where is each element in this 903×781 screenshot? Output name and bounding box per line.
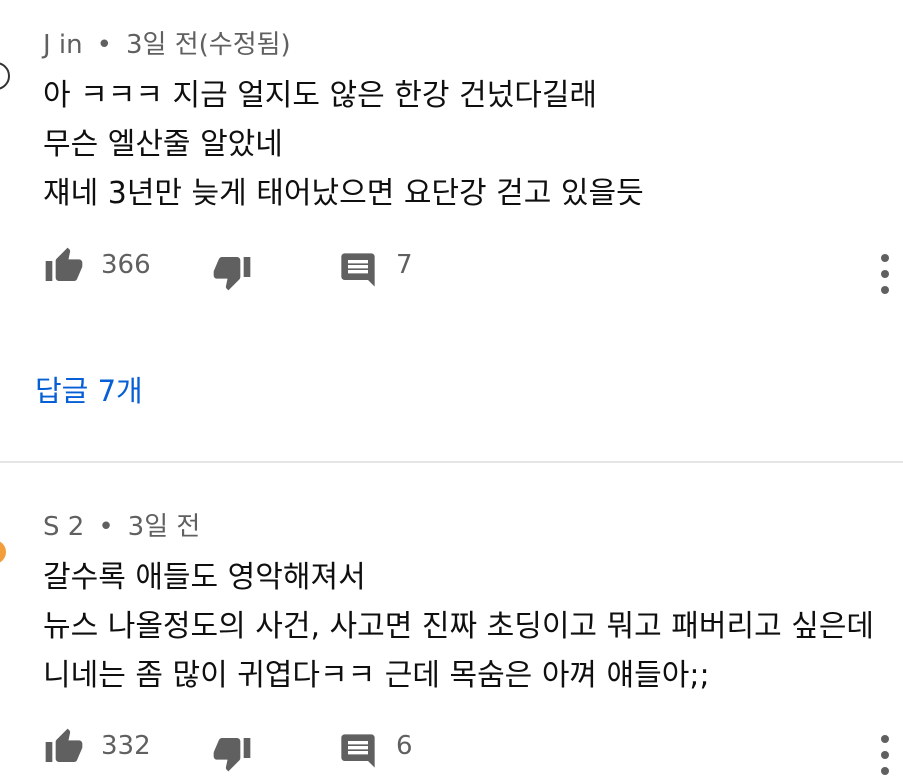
comment-text-line: 쟤네 3년만 늦게 태어났으면 요단강 걷고 있을듯 [43,176,644,211]
divider [0,461,903,463]
comment-time: 3일 전(수정됨) [125,30,291,60]
more-vert-icon[interactable] [875,733,895,777]
comment-icon[interactable] [338,731,378,771]
more-vert-icon[interactable] [875,252,895,296]
like-count: 366 [101,250,151,280]
author-name[interactable]: S 2 [43,512,84,542]
reply-count: 6 [396,731,413,761]
thumbs-up-icon[interactable] [44,246,84,286]
avatar[interactable] [0,540,6,564]
thumbs-up-icon[interactable] [44,727,84,767]
comment-meta: S 2 • 3일 전 [43,506,200,543]
avatar[interactable] [0,62,10,90]
like-count: 332 [101,731,151,761]
thumbs-down-icon[interactable] [212,733,252,773]
author-name[interactable]: J in [43,30,83,60]
comment-text-line: 갈수록 애들도 영악해져서 [43,560,366,595]
comment-text-line: 뉴스 나올정도의 사건, 사고면 진짜 초딩이고 뭐고 패버리고 싶은데 [43,609,875,644]
separator-dot: • [96,30,112,60]
separator-dot: • [98,512,114,542]
view-replies-link[interactable]: 답글 7개 [35,368,143,410]
comment-actions: 366 7 [0,244,903,294]
comment-meta: J in • 3일 전(수정됨) [43,24,291,61]
comment-time: 3일 전 [127,512,201,542]
comment-icon[interactable] [338,250,378,290]
reply-count: 7 [396,250,413,280]
comment-actions: 332 6 [0,725,903,775]
comment-text-line: 아 ㅋㅋㅋ 지금 얼지도 않은 한강 건넜다길래 [43,78,598,113]
comment-text-line: 무슨 엘산줄 알았네 [43,127,283,162]
thumbs-down-icon[interactable] [212,252,252,292]
comment-text-line: 니네는 좀 많이 귀엽다ㅋㅋ 근데 목숨은 아껴 얘들아;; [43,658,710,693]
